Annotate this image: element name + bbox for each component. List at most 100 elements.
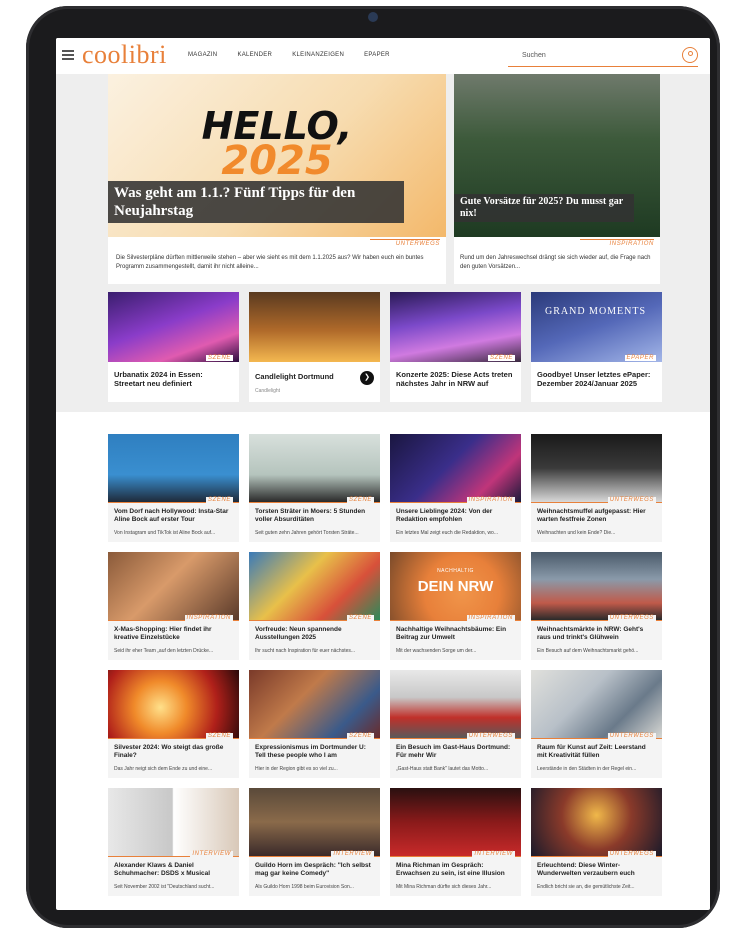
category-tag[interactable]: INSPIRATION	[466, 615, 515, 621]
article-card[interactable]: SZENE Vorfreude: Neun spannende Ausstell…	[249, 552, 380, 660]
nav-item-kleinanzeigen[interactable]: KLEINANZEIGEN	[292, 52, 344, 58]
category-tag[interactable]: UNTERWEGS	[607, 851, 656, 857]
article-card[interactable]: UNTERWEGS Erleuchtend: Diese Winter-Wund…	[531, 788, 662, 896]
article-snippet: Mit Mina Richman dürfte sich dieses Jahr…	[396, 884, 492, 890]
article-title: Raum für Kunst auf Zeit: Leerstand mit K…	[537, 744, 646, 759]
category-tag[interactable]: UNTERWEGS	[607, 497, 656, 503]
teaser-card[interactable]: GRAND MOMENTS EPAPER Goodbye! Unser letz…	[531, 292, 662, 402]
article-snippet: Mit der wachsenden Sorge um der...	[396, 648, 477, 654]
category-tag[interactable]: EPAPER	[624, 355, 656, 361]
article-snippet: Ein Besuch auf dem Weihnachtsmarkt gehö.…	[537, 648, 639, 654]
article-card[interactable]: UNTERWEGS Weihnachtsmuffel aufgepasst: H…	[531, 434, 662, 542]
category-tag[interactable]: INSPIRATION	[184, 615, 233, 621]
article-photo	[249, 552, 380, 620]
article-title: Unsere Lieblinge 2024: Von der Redaktion…	[396, 508, 493, 523]
concert-photo	[390, 292, 521, 362]
article-snippet: Seit November 2002 ist "Deutschland such…	[114, 884, 215, 890]
article-card[interactable]: SZENE Vom Dorf nach Hollywood: Insta-Sta…	[108, 434, 239, 542]
article-card[interactable]: INSPIRATION X-Mas-Shopping: Hier findet …	[108, 552, 239, 660]
site-logo[interactable]: coolibri	[82, 40, 167, 70]
teaser-card[interactable]: SZENE Urbanatix 2024 in Essen: Streetart…	[108, 292, 239, 402]
browser-screen: coolibri MAGAZIN KALENDER KLEINANZEIGEN …	[56, 38, 710, 910]
category-tag[interactable]: INSPIRATION	[466, 497, 515, 503]
article-photo	[531, 552, 662, 620]
category-tag[interactable]: INTERVIEW	[331, 851, 374, 857]
article-card[interactable]: UNTERWEGS Weihnachtsmärkte in NRW: Geht'…	[531, 552, 662, 660]
article-photo	[249, 788, 380, 856]
article-title: Expressionismus im Dortmunder U: Tell th…	[255, 744, 366, 759]
site-header: coolibri MAGAZIN KALENDER KLEINANZEIGEN …	[56, 38, 710, 75]
article-title: Silvester 2024: Wo steigt das große Fina…	[114, 744, 224, 759]
category-tag[interactable]: INTERVIEW	[472, 851, 515, 857]
article-photo	[531, 434, 662, 502]
article-snippet: Endlich bricht sie an, die gemütlichste …	[537, 884, 635, 890]
article-title: Torsten Sträter in Moers: 5 Stunden voll…	[255, 508, 366, 523]
article-title: Weihnachtsmärkte in NRW: Geht's raus und…	[537, 626, 644, 641]
category-tag[interactable]: SZENE	[346, 615, 374, 621]
urbanatix-photo	[108, 292, 239, 362]
category-tag[interactable]: SZENE	[205, 497, 233, 503]
article-photo	[390, 434, 521, 502]
featured-small-title[interactable]: Gute Vorsätze für 2025? Du musst gar nix…	[454, 194, 634, 222]
article-title: Erleuchtend: Diese Winter-Wunderwelten v…	[537, 862, 635, 877]
featured-title[interactable]: Was geht am 1.1.? Fünf Tipps für den Neu…	[108, 181, 404, 223]
article-snippet: „Gast-Haus statt Bank" lautet das Motto.…	[396, 766, 489, 772]
nav-item-kalender[interactable]: KALENDER	[237, 52, 272, 58]
teaser-card[interactable]: SZENE Konzerte 2025: Diese Acts treten n…	[390, 292, 521, 402]
article-photo	[249, 434, 380, 502]
article-title: Alexander Klaws & Daniel Schuhmacher: DS…	[114, 862, 211, 877]
article-photo	[390, 788, 521, 856]
article-card[interactable]: INSPIRATION Unsere Lieblinge 2024: Von d…	[390, 434, 521, 542]
search-icon[interactable]	[682, 47, 698, 63]
featured-section: HELLO, 2025 Was geht am 1.1.? Fünf Tipps…	[56, 74, 710, 412]
article-snippet: Seid ihr eher Team „auf den letzten Drüc…	[114, 648, 214, 654]
nav-item-magazin[interactable]: MAGAZIN	[188, 52, 217, 58]
category-tag[interactable]: INTERVIEW	[190, 851, 233, 857]
article-title: Nachhaltige Weihnachtsbäume: Ein Beitrag…	[396, 626, 507, 641]
featured-small-excerpt: Rund um den Jahreswechsel drängt sie sic…	[460, 255, 651, 270]
article-snippet: Hier in der Region gibt es so viel zu...	[255, 766, 338, 772]
category-tag[interactable]: UNTERWEGS	[466, 733, 515, 739]
nav-item-epaper[interactable]: EPAPER	[364, 52, 390, 58]
category-tag[interactable]: UNTERWEGS	[607, 615, 656, 621]
article-title: Ein Besuch im Gast-Haus Dortmund: Für me…	[396, 744, 511, 759]
article-card[interactable]: SZENE Expressionismus im Dortmunder U: T…	[249, 670, 380, 778]
article-snippet: Leerstände in den Städten in der Regel e…	[537, 766, 637, 772]
hamburger-menu-icon[interactable]	[62, 50, 74, 62]
category-tag[interactable]: UNTERWEGS	[607, 733, 656, 739]
search-placeholder: Suchen	[522, 52, 546, 59]
article-photo	[108, 670, 239, 738]
article-photo: NACHHALTIG DEIN NRW	[390, 552, 521, 620]
article-card[interactable]: SZENE Torsten Sträter in Moers: 5 Stunde…	[249, 434, 380, 542]
article-card[interactable]: UNTERWEGS Ein Besuch im Gast-Haus Dortmu…	[390, 670, 521, 778]
featured-article-big[interactable]: HELLO, 2025 Was geht am 1.1.? Fünf Tipps…	[108, 74, 446, 284]
category-tag[interactable]: SZENE	[346, 497, 374, 503]
ad-source: Candlelight	[255, 388, 281, 394]
category-tag[interactable]: SZENE	[346, 733, 374, 739]
category-tag[interactable]: SZENE	[205, 355, 233, 361]
chevron-right-icon[interactable]: ❯	[360, 371, 374, 385]
category-tag[interactable]: INSPIRATION	[610, 241, 655, 247]
category-tag[interactable]: UNTERWEGS	[396, 241, 440, 247]
ad-card[interactable]: Candlelight Dortmund ❯ Candlelight	[249, 292, 380, 402]
image-headline: DEIN NRW	[417, 578, 494, 595]
category-tag[interactable]: SZENE	[205, 733, 233, 739]
article-card[interactable]: NACHHALTIG DEIN NRW INSPIRATION Nachhalt…	[390, 552, 521, 660]
article-photo	[249, 670, 380, 738]
article-title: Weihnachtsmuffel aufgepasst: Hier warten…	[537, 508, 646, 523]
article-photo	[108, 788, 239, 856]
article-card[interactable]: UNTERWEGS Raum für Kunst auf Zeit: Leers…	[531, 670, 662, 778]
article-card[interactable]: SZENE Silvester 2024: Wo steigt das groß…	[108, 670, 239, 778]
article-card[interactable]: INTERVIEW Guildo Horn im Gespräch: "Ich …	[249, 788, 380, 896]
article-photo	[531, 670, 662, 738]
category-tag[interactable]: SZENE	[487, 355, 515, 361]
article-snippet: Von Instagram und TikTok ist Aline Bock …	[114, 530, 216, 536]
article-title: Vorfreude: Neun spannende Ausstellungen …	[255, 626, 342, 641]
featured-article-small[interactable]: Gute Vorsätze für 2025? Du musst gar nix…	[454, 74, 660, 284]
article-photo	[108, 552, 239, 620]
article-card[interactable]: INTERVIEW Alexander Klaws & Daniel Schuh…	[108, 788, 239, 896]
search-input[interactable]: Suchen	[508, 47, 698, 67]
article-card[interactable]: INTERVIEW Mina Richman im Gespräch: Erwa…	[390, 788, 521, 896]
teaser-title: Konzerte 2025: Diese Acts treten nächste…	[396, 370, 513, 388]
article-snippet: Seit guten zehn Jahren gehört Torsten St…	[255, 530, 359, 536]
